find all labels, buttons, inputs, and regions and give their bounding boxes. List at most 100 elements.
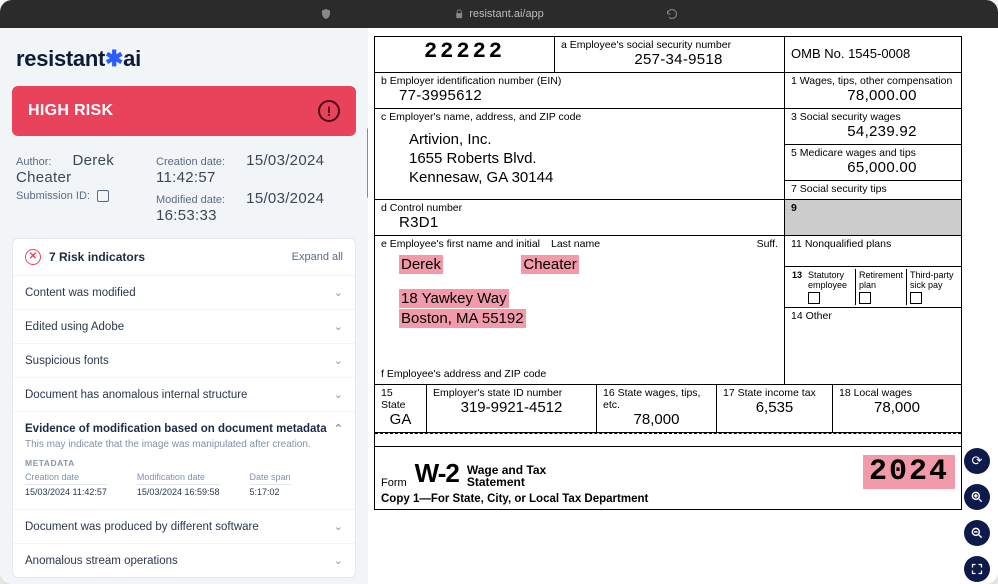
tax-year: 2024 <box>863 455 955 489</box>
indicator-item[interactable]: Content was modified ⌄ <box>13 276 355 310</box>
box5-value: 65,000.00 <box>791 159 955 176</box>
url-text: resistant.ai/app <box>469 8 544 20</box>
modified-label: Modified date: <box>156 194 225 206</box>
fullscreen-button[interactable] <box>964 556 990 582</box>
box14-label: 14 Other <box>791 310 955 322</box>
expanded-title: Evidence of modification based on docume… <box>25 423 327 435</box>
w2-form: 22222 a Employee's social security numbe… <box>374 36 962 510</box>
zoom-in-button[interactable] <box>964 484 990 510</box>
risk-banner: HIGH RISK ! <box>12 86 356 136</box>
box3-value: 54,239.92 <box>791 123 955 140</box>
checkbox[interactable] <box>808 292 820 304</box>
indicator-item[interactable]: Edited using Adobe⌄ <box>13 310 355 344</box>
box-b-label: b Employer identification number (EIN) <box>381 75 778 87</box>
rotate-button[interactable]: ⟳ <box>964 448 990 474</box>
indicator-label: Document was produced by different softw… <box>25 521 259 533</box>
md-col-head: Modification date <box>137 472 220 485</box>
box17-label: 17 State income tax <box>723 387 826 399</box>
box-a-label: a Employee's social security number <box>561 39 778 51</box>
employer-addr1: 1655 Roberts Blvd. <box>409 150 778 169</box>
box13a-label: Statutory employee <box>808 270 847 290</box>
md-col-val: 15/03/2024 16:59:58 <box>137 487 220 497</box>
box17-value: 6,535 <box>723 399 826 416</box>
risk-label: HIGH RISK <box>28 102 113 120</box>
box15-value: GA <box>381 411 420 428</box>
box-d-value: R3D1 <box>381 214 778 231</box>
logo-left: resistant <box>16 46 105 71</box>
submission-label: Submission ID: <box>16 190 90 202</box>
creation-label: Creation date: <box>156 156 225 168</box>
md-col-val: 15/03/2024 11:42:57 <box>25 487 107 497</box>
employee-addr1: 18 Yawkey Way <box>399 289 509 308</box>
form-word: Form <box>381 477 407 489</box>
app-window: resistant.ai/app resistant✱ai HIGH RISK … <box>0 0 998 584</box>
indicators-header: ✕ 7 Risk indicators Expand all <box>13 239 355 276</box>
browser-titlebar: resistant.ai/app <box>0 0 998 28</box>
box13-num: 13 <box>789 269 805 305</box>
metadata-heading: METADATA <box>25 458 343 468</box>
metadata-block: Author: Derek Cheater Creation date: 15/… <box>12 150 356 238</box>
indicator-label: Document has anomalous internal structur… <box>25 389 247 401</box>
document-viewer: 22222 a Employee's social security numbe… <box>368 28 998 584</box>
indicator-expanded: Evidence of modification based on docume… <box>13 412 355 510</box>
employee-firstname: Derek <box>399 255 443 274</box>
box-e-label: e Employee's first name and initial <box>381 238 551 250</box>
sidebar: resistant✱ai HIGH RISK ! Author: Derek C… <box>0 28 368 584</box>
chevron-up-icon[interactable]: ⌃ <box>334 422 343 435</box>
chevron-down-icon: ⌄ <box>334 388 343 401</box>
w2-title: W-2 <box>415 458 459 489</box>
viewer-tools: ⟳ <box>964 448 990 582</box>
employee-lastname: Cheater <box>521 255 578 274</box>
chevron-down-icon: ⌄ <box>334 286 343 299</box>
box11-label: 11 Nonqualified plans <box>791 238 955 250</box>
md-col-val: 5:17:02 <box>250 487 291 497</box>
employer-addr2: Kennesaw, GA 30144 <box>409 169 778 188</box>
indicators-card: ✕ 7 Risk indicators Expand all Content w… <box>12 238 356 578</box>
dashed-divider <box>375 433 961 447</box>
employer-name: Artivion, Inc. <box>409 131 778 150</box>
lastname-label: Last name <box>551 238 600 250</box>
form-footer: Form W-2 Wage and TaxStatement 2024 Copy… <box>375 447 961 509</box>
md-col-head: Creation date <box>25 472 107 485</box>
box16-label: 16 State wages, tips, etc. <box>603 387 710 411</box>
box-d-label: d Control number <box>381 202 778 214</box>
refresh-icon[interactable] <box>666 8 678 20</box>
checkbox[interactable] <box>910 292 922 304</box>
box-f-label: f Employee's address and ZIP code <box>381 368 778 380</box>
chevron-down-icon: ⌄ <box>334 354 343 367</box>
expand-all-button[interactable]: Expand all <box>292 251 343 263</box>
box-c-label: c Employer's name, address, and ZIP code <box>381 111 778 123</box>
box13b-label: Retirement plan <box>859 270 903 290</box>
indicators-title: 7 Risk indicators <box>49 250 145 264</box>
author-label: Author: <box>16 156 51 168</box>
checkbox[interactable] <box>859 292 871 304</box>
box13c-label: Third-party sick pay <box>910 270 954 290</box>
logo-x-icon: ✱ <box>105 46 123 71</box>
privacy-icon <box>320 8 332 20</box>
state-id-label: Employer's state ID number <box>433 387 590 399</box>
warning-icon: ! <box>318 100 340 122</box>
zoom-out-button[interactable] <box>964 520 990 546</box>
indicator-item[interactable]: Anomalous stream operations ⌄ <box>13 544 355 577</box>
state-id-value: 319-9921-4512 <box>433 399 590 416</box>
wage-line2: Statement <box>467 475 525 489</box>
chevron-down-icon: ⌄ <box>334 320 343 333</box>
indicator-label: Content was modified <box>25 287 136 299</box>
box5-label: 5 Medicare wages and tips <box>791 147 955 159</box>
box16-value: 78,000 <box>603 411 710 428</box>
document-icon[interactable] <box>97 190 109 202</box>
indicator-item[interactable]: Document has anomalous internal structur… <box>13 378 355 412</box>
metadata-table: Creation date 15/03/2024 11:42:57 Modific… <box>25 472 343 497</box>
box18-value: 78,000 <box>839 399 955 416</box>
indicator-item[interactable]: Suspicious fonts⌄ <box>13 344 355 378</box>
chevron-down-icon: ⌄ <box>334 554 343 567</box>
indicator-label: Anomalous stream operations <box>25 555 178 567</box>
box-22222: 22222 <box>381 39 548 64</box>
chevron-down-icon: ⌄ <box>334 520 343 533</box>
box18-label: 18 Local wages <box>839 387 955 399</box>
logo-right: ai <box>123 46 141 71</box>
box1-label: 1 Wages, tips, other compensation <box>791 75 955 87</box>
box-a-value: 257-34-9518 <box>561 51 778 68</box>
box15-label: 15 State <box>381 387 420 411</box>
indicator-item[interactable]: Document was produced by different softw… <box>13 510 355 544</box>
